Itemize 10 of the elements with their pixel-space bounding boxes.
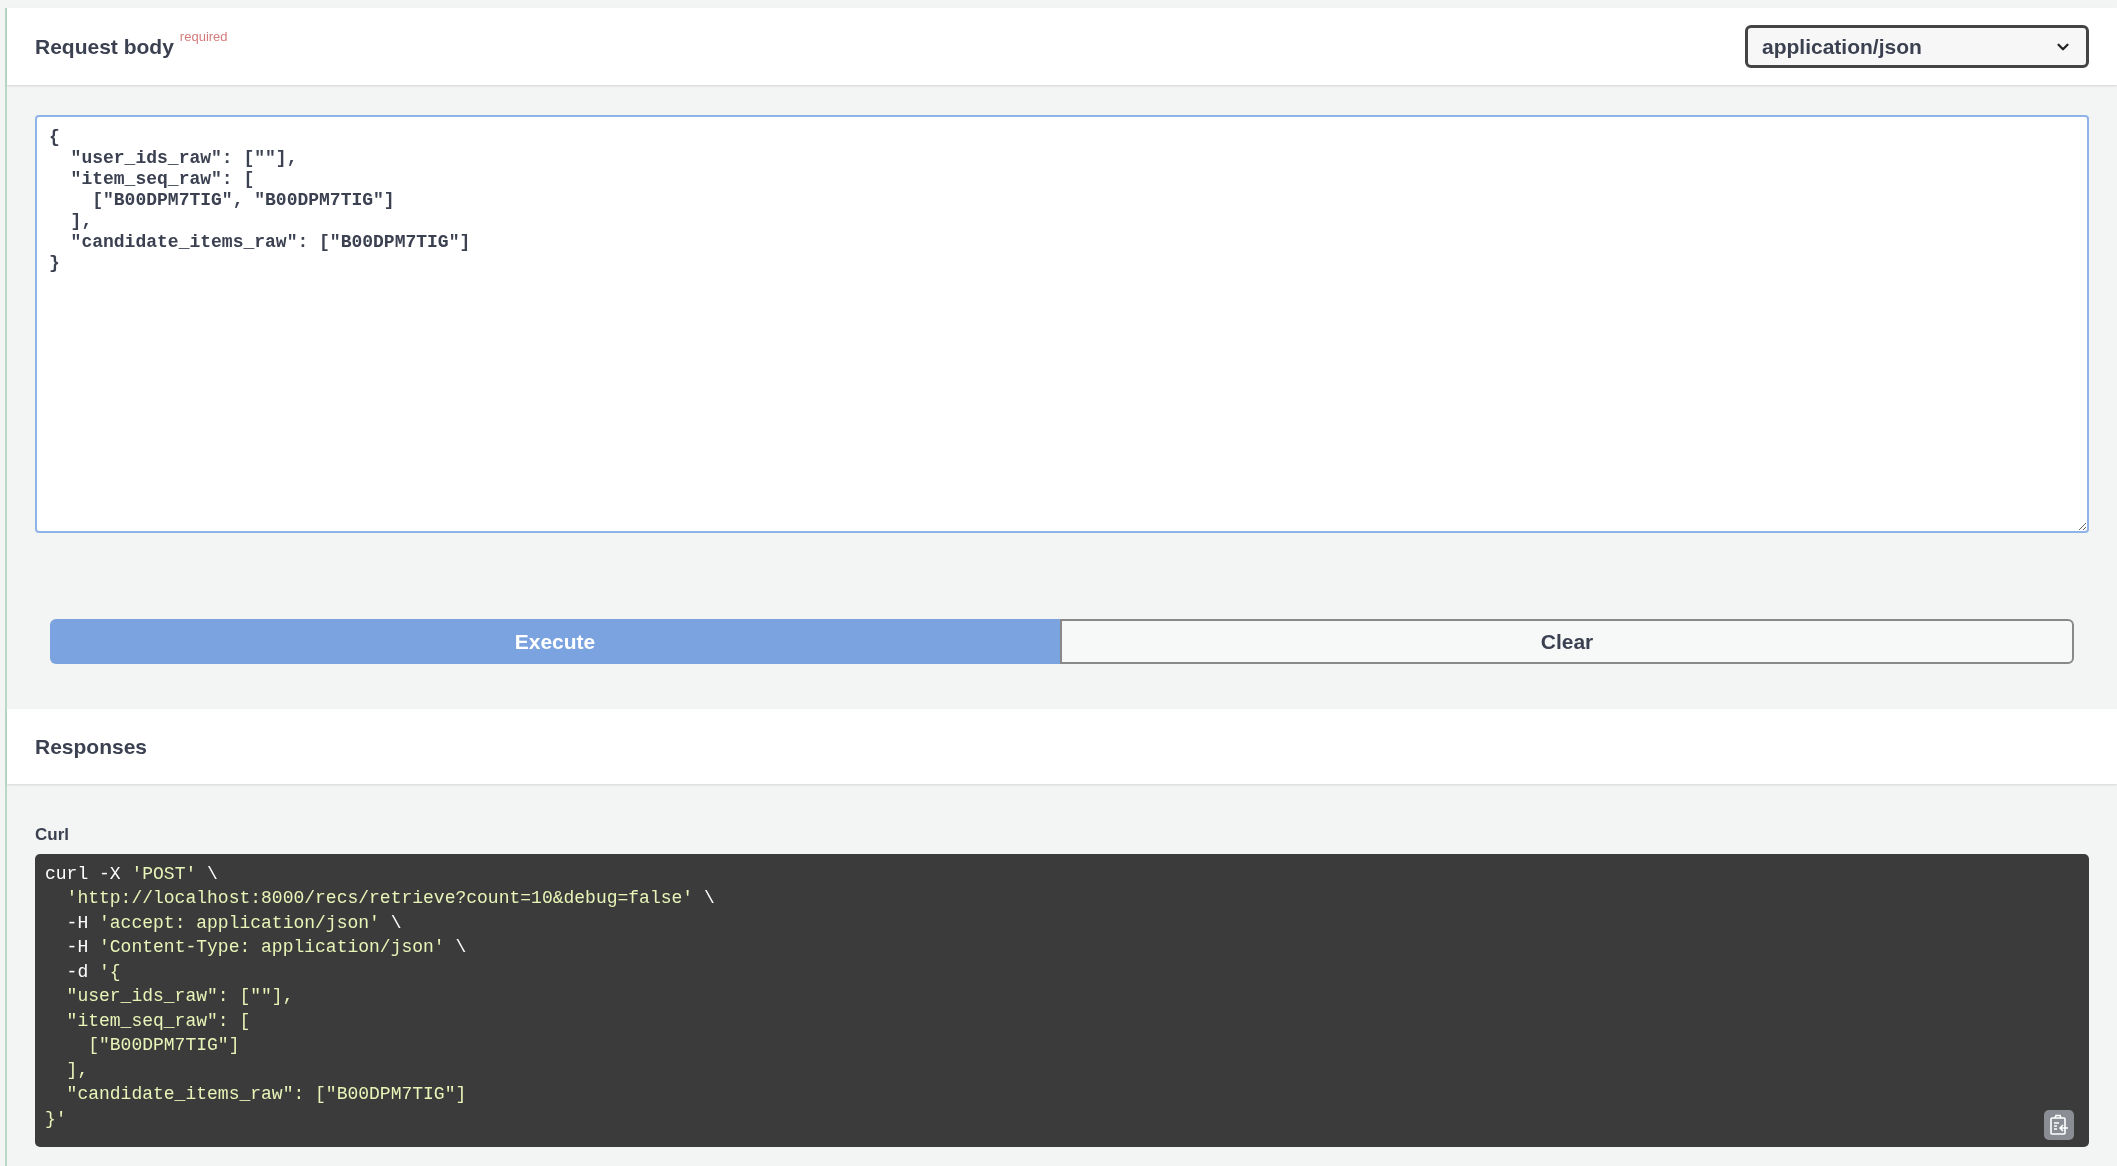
request-body-field[interactable]: { "user_ids_raw": [""], "item_seq_raw": [ ["B00DPM7TIG", "B00DPM7TIG"] ], "candidate_items_raw": ["B00DPM7TIG"] } xyxy=(35,115,2089,533)
section-title: Responses xyxy=(35,733,148,760)
content-type-select[interactable]: application/json xyxy=(1745,25,2089,68)
clipboard-icon xyxy=(2049,1113,2069,1136)
curl-command: curl -X 'POST' \ 'http://localhost:8000/recs/retrieve?count=10&debug=false' \ -H 'accept: application/json' \ -H 'Content-Type: application/json' \ -d '{ "user_ids_raw": [""], "item_seq_raw": [ ["B00DPM7TIG"] ], "candidate_items_raw": ["B00DPM7TIG"] }' xyxy=(45,862,715,1131)
curl-label: Curl xyxy=(35,824,70,846)
clear-button[interactable]: Clear xyxy=(1060,619,2074,664)
copy-button[interactable] xyxy=(2044,1109,2074,1140)
section-title: Request body xyxy=(35,33,174,60)
required-label: required xyxy=(179,27,228,46)
